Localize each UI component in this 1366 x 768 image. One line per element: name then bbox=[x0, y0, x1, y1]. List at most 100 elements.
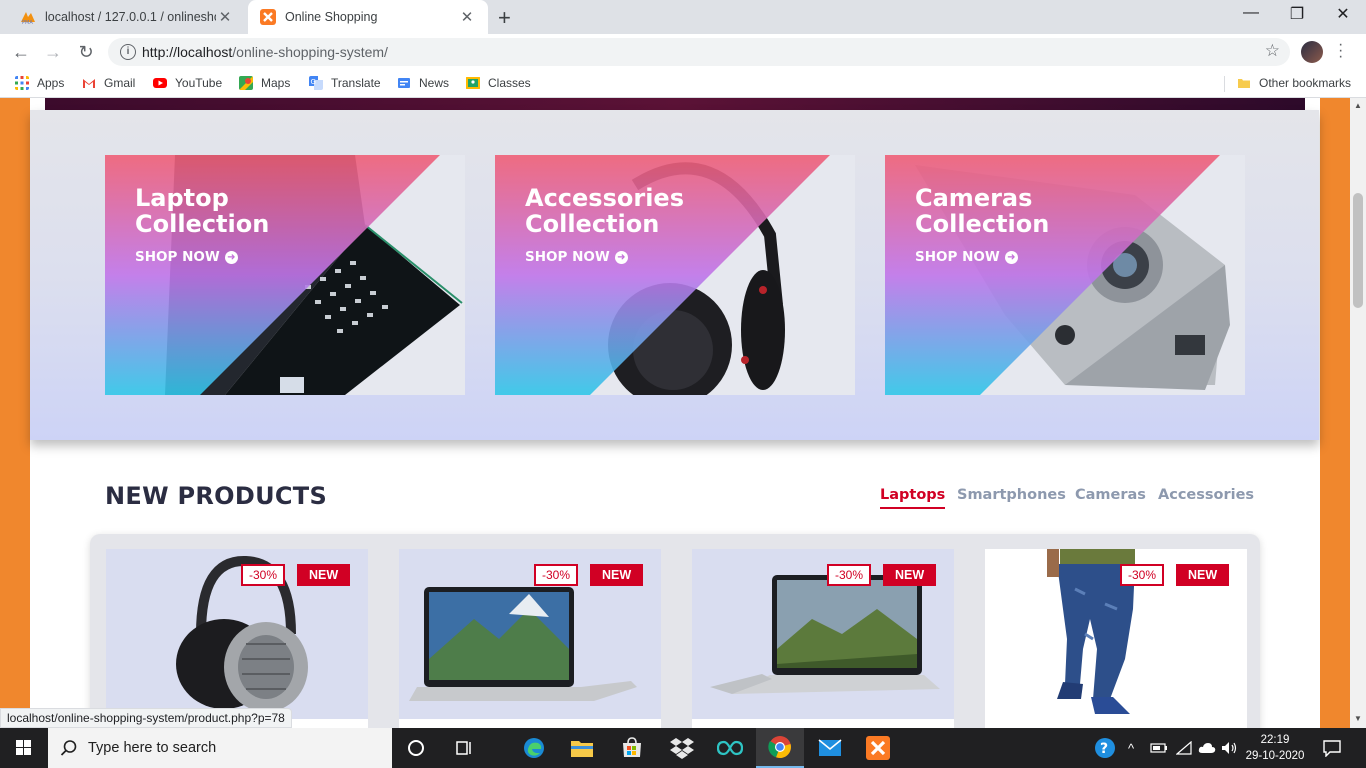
info-icon[interactable]: i bbox=[120, 44, 136, 60]
bookmark-gmail[interactable]: Gmail bbox=[82, 76, 135, 90]
help-icon[interactable]: ? bbox=[1094, 728, 1116, 768]
arrow-circle-right-icon: ➜ bbox=[614, 250, 628, 264]
translate-icon: G bbox=[309, 76, 323, 90]
collection-title: Laptop Collection bbox=[135, 184, 270, 238]
new-badge: NEW bbox=[297, 564, 351, 586]
maps-icon bbox=[239, 76, 253, 90]
taskbar-search[interactable]: Type here to search bbox=[48, 728, 392, 768]
bookmark-news[interactable]: News bbox=[397, 76, 449, 90]
forward-arrow-icon[interactable]: → bbox=[41, 40, 65, 64]
bookmark-youtube[interactable]: YouTube bbox=[153, 76, 222, 90]
collection-card-accessories[interactable]: Accessories Collection SHOP NOW ➜ bbox=[495, 155, 855, 395]
folder-icon bbox=[1238, 79, 1250, 88]
collection-title: Accessories Collection bbox=[525, 184, 684, 238]
shop-now-label: SHOP NOW bbox=[525, 249, 610, 265]
reload-icon[interactable]: ↻ bbox=[74, 40, 98, 64]
cortana-icon[interactable] bbox=[392, 728, 440, 768]
phpmyadmin-icon: PMA bbox=[21, 12, 35, 25]
collection-card-laptop[interactable]: Laptop Collection SHOP NOW ➜ bbox=[105, 155, 465, 395]
weather-cloud-icon[interactable] bbox=[1198, 728, 1216, 768]
tab-online-shopping[interactable]: Online Shopping ✕ bbox=[248, 0, 488, 34]
file-explorer-icon[interactable] bbox=[558, 728, 606, 768]
arrow-circle-right-icon: ➜ bbox=[1004, 250, 1018, 264]
new-badge: NEW bbox=[590, 564, 644, 586]
edge-icon[interactable] bbox=[510, 728, 558, 768]
xampp-taskbar-icon[interactable] bbox=[854, 728, 902, 768]
product-card[interactable]: -30% NEW bbox=[105, 548, 369, 728]
back-arrow-icon[interactable]: ← bbox=[9, 40, 33, 64]
menu-kebab-icon[interactable]: · · · bbox=[1338, 37, 1343, 65]
gmail-icon bbox=[83, 79, 95, 88]
new-tab-plus-icon[interactable]: + bbox=[498, 5, 511, 31]
bookmark-classes[interactable]: Classes bbox=[466, 76, 531, 90]
arduino-icon[interactable] bbox=[706, 728, 754, 768]
battery-icon[interactable] bbox=[1150, 728, 1168, 768]
section-title: NEW PRODUCTS bbox=[105, 482, 328, 510]
bookmarks-bar: Apps Gmail YouTube Maps G Translate News… bbox=[0, 70, 1366, 98]
new-badge: NEW bbox=[883, 564, 937, 586]
mail-icon[interactable] bbox=[806, 728, 854, 768]
shop-now-link[interactable]: SHOP NOW ➜ bbox=[135, 249, 238, 265]
shop-now-link[interactable]: SHOP NOW ➜ bbox=[525, 249, 628, 265]
bookmark-label: Apps bbox=[37, 76, 65, 90]
address-bar[interactable]: i http://localhost/online-shopping-syste… bbox=[108, 38, 1290, 66]
notifications-icon[interactable] bbox=[1322, 728, 1342, 768]
speaker-icon[interactable] bbox=[1221, 728, 1239, 768]
tab-cameras[interactable]: Cameras bbox=[1075, 487, 1146, 503]
close-icon[interactable]: ✕ bbox=[458, 8, 476, 26]
tab-accessories[interactable]: Accessories bbox=[1158, 487, 1254, 503]
scrollbar-thumb[interactable] bbox=[1353, 193, 1363, 308]
wifi-icon[interactable] bbox=[1176, 728, 1192, 768]
tab-smartphones[interactable]: Smartphones bbox=[957, 487, 1066, 503]
product-body bbox=[985, 719, 1247, 728]
close-window-icon[interactable]: ✕ bbox=[1320, 4, 1366, 24]
task-view-icon[interactable] bbox=[440, 728, 488, 768]
chevron-up-icon[interactable]: ^ bbox=[1128, 728, 1134, 768]
bookmark-label: News bbox=[419, 76, 450, 90]
minimize-icon[interactable]: — bbox=[1228, 4, 1274, 22]
collection-card-cameras[interactable]: Cameras Collection SHOP NOW ➜ bbox=[885, 155, 1245, 395]
product-body bbox=[692, 719, 954, 728]
bookmark-star-icon[interactable]: ☆ bbox=[1265, 41, 1280, 61]
svg-text:PMA: PMA bbox=[22, 20, 33, 25]
other-bookmarks[interactable]: Other bookmarks bbox=[1237, 76, 1351, 90]
discount-badge: -30% bbox=[1120, 564, 1165, 586]
tab-laptops[interactable]: Laptops bbox=[880, 487, 946, 509]
bookmark-label: Classes bbox=[488, 76, 531, 90]
scroll-up-arrow-icon[interactable]: ▲ bbox=[1354, 101, 1362, 110]
bookmark-label: Maps bbox=[261, 76, 291, 90]
youtube-icon bbox=[153, 78, 167, 88]
svg-text:G: G bbox=[311, 78, 316, 86]
windows-logo-icon bbox=[16, 740, 31, 755]
product-card[interactable]: -30% NEW bbox=[691, 548, 955, 728]
bookmark-apps[interactable]: Apps bbox=[15, 76, 64, 90]
tab-phpmyadmin[interactable]: PMA localhost / 127.0.0.1 / onlineshop ✕ bbox=[8, 0, 246, 34]
new-badge: NEW bbox=[1176, 564, 1230, 586]
shop-now-link[interactable]: SHOP NOW ➜ bbox=[915, 249, 1018, 265]
clock-date: 29-10-2020 bbox=[1245, 750, 1305, 762]
bookmark-maps[interactable]: Maps bbox=[239, 76, 290, 90]
store-icon[interactable] bbox=[608, 728, 656, 768]
bookmark-label: YouTube bbox=[175, 76, 223, 90]
xampp-icon bbox=[260, 9, 276, 25]
news-icon bbox=[398, 78, 410, 88]
restore-icon[interactable]: ❐ bbox=[1274, 4, 1320, 24]
bookmark-translate[interactable]: G Translate bbox=[309, 76, 381, 90]
page-scrollbar[interactable]: ▲ ▼ bbox=[1350, 98, 1366, 728]
tab-title: localhost / 127.0.0.1 / onlineshop bbox=[45, 10, 216, 24]
address-url[interactable]: http://localhost/online-shopping-system/ bbox=[142, 44, 388, 60]
discount-badge: -30% bbox=[827, 564, 872, 586]
scroll-down-arrow-icon[interactable]: ▼ bbox=[1354, 714, 1362, 723]
url-path: /online-shopping-system/ bbox=[232, 44, 388, 60]
dropbox-icon[interactable] bbox=[658, 728, 706, 768]
system-clock[interactable]: 22:19 29-10-2020 bbox=[1244, 732, 1306, 764]
apps-grid-icon bbox=[15, 76, 29, 90]
product-card[interactable]: -30% NEW bbox=[398, 548, 662, 728]
discount-badge: -30% bbox=[241, 564, 286, 586]
start-button[interactable] bbox=[0, 728, 48, 768]
product-card[interactable]: -30% NEW bbox=[984, 548, 1248, 728]
chrome-taskbar-icon[interactable] bbox=[756, 728, 804, 768]
search-placeholder: Type here to search bbox=[88, 740, 217, 756]
profile-avatar[interactable] bbox=[1301, 41, 1323, 63]
close-icon[interactable]: ✕ bbox=[216, 8, 234, 26]
